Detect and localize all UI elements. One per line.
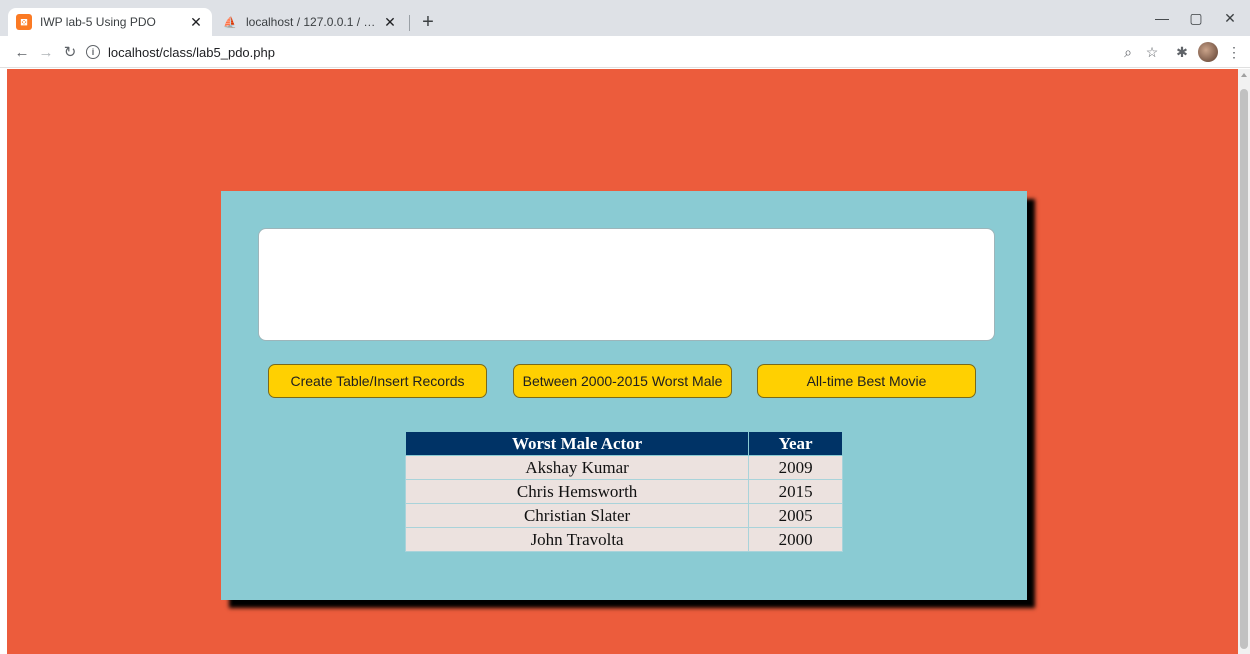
tab-iwp-lab5[interactable]: ⊠ IWP lab-5 Using PDO ✕ bbox=[8, 8, 212, 36]
page-viewport: Create Table/Insert Records Between 2000… bbox=[7, 69, 1238, 654]
phpmyadmin-icon: ⛵ bbox=[223, 16, 237, 29]
tab-strip: ⊠ IWP lab-5 Using PDO ✕ ⛵ localhost / 12… bbox=[0, 0, 1250, 36]
scrollbar-thumb[interactable] bbox=[1240, 89, 1248, 649]
actor-cell: Akshay Kumar bbox=[404, 455, 750, 480]
minimize-button[interactable]: — bbox=[1146, 6, 1178, 30]
actor-cell: John Travolta bbox=[404, 527, 750, 552]
tab-phpmyadmin[interactable]: ⛵ localhost / 127.0.0.1 / movie / ac ✕ bbox=[212, 8, 408, 36]
maximize-button[interactable]: ▢ bbox=[1180, 6, 1212, 30]
forward-button[interactable]: → bbox=[34, 40, 58, 64]
scroll-up-icon[interactable] bbox=[1241, 73, 1247, 77]
year-cell: 2015 bbox=[748, 479, 843, 504]
vertical-scrollbar[interactable] bbox=[1238, 69, 1250, 654]
info-icon[interactable]: i bbox=[86, 45, 100, 59]
bookmark-star-icon[interactable]: ☆ bbox=[1140, 40, 1164, 64]
avatar bbox=[1198, 42, 1218, 62]
close-icon[interactable]: ✕ bbox=[382, 14, 398, 30]
year-cell: 2005 bbox=[748, 503, 843, 528]
create-table-button[interactable]: Create Table/Insert Records bbox=[268, 364, 487, 398]
zoom-icon[interactable]: ⌕ bbox=[1116, 40, 1140, 64]
table-header-row: Worst Male Actor Year bbox=[404, 431, 843, 456]
browser-toolbar: ← → ↻ i localhost/class/lab5_pdo.php ⌕ ☆… bbox=[0, 36, 1250, 68]
actor-cell: Christian Slater bbox=[404, 503, 750, 528]
close-icon[interactable]: ✕ bbox=[188, 14, 204, 30]
output-textarea[interactable] bbox=[258, 228, 995, 341]
address-text: localhost/class/lab5_pdo.php bbox=[108, 44, 275, 60]
year-cell: 2000 bbox=[748, 527, 843, 552]
address-bar[interactable]: i localhost/class/lab5_pdo.php bbox=[86, 40, 275, 64]
extensions-icon[interactable]: ✱ bbox=[1170, 40, 1194, 64]
actor-cell: Chris Hemsworth bbox=[404, 479, 750, 504]
worst-male-button[interactable]: Between 2000-2015 Worst Male bbox=[513, 364, 732, 398]
column-header-actor: Worst Male Actor bbox=[404, 431, 750, 456]
table-row: Chris Hemsworth 2015 bbox=[404, 479, 843, 504]
table-row: John Travolta 2000 bbox=[404, 527, 843, 552]
new-tab-button[interactable]: + bbox=[416, 10, 440, 34]
tab-title: localhost / 127.0.0.1 / movie / ac bbox=[246, 15, 378, 29]
best-movie-button[interactable]: All-time Best Movie bbox=[757, 364, 976, 398]
table-row: Akshay Kumar 2009 bbox=[404, 455, 843, 480]
menu-icon[interactable]: ⋮ bbox=[1222, 40, 1246, 64]
xampp-icon: ⊠ bbox=[16, 14, 32, 30]
tab-title: IWP lab-5 Using PDO bbox=[40, 15, 156, 29]
table-row: Christian Slater 2005 bbox=[404, 503, 843, 528]
year-cell: 2009 bbox=[748, 455, 843, 480]
content-card: Create Table/Insert Records Between 2000… bbox=[221, 191, 1027, 600]
profile-avatar[interactable] bbox=[1196, 40, 1220, 64]
column-header-year: Year bbox=[748, 431, 843, 456]
window-close-button[interactable]: ✕ bbox=[1214, 6, 1246, 30]
tab-divider bbox=[409, 15, 410, 31]
back-button[interactable]: ← bbox=[10, 40, 34, 64]
results-table: Worst Male Actor Year Akshay Kumar 2009 … bbox=[404, 431, 843, 552]
reload-button[interactable]: ↻ bbox=[58, 40, 82, 64]
